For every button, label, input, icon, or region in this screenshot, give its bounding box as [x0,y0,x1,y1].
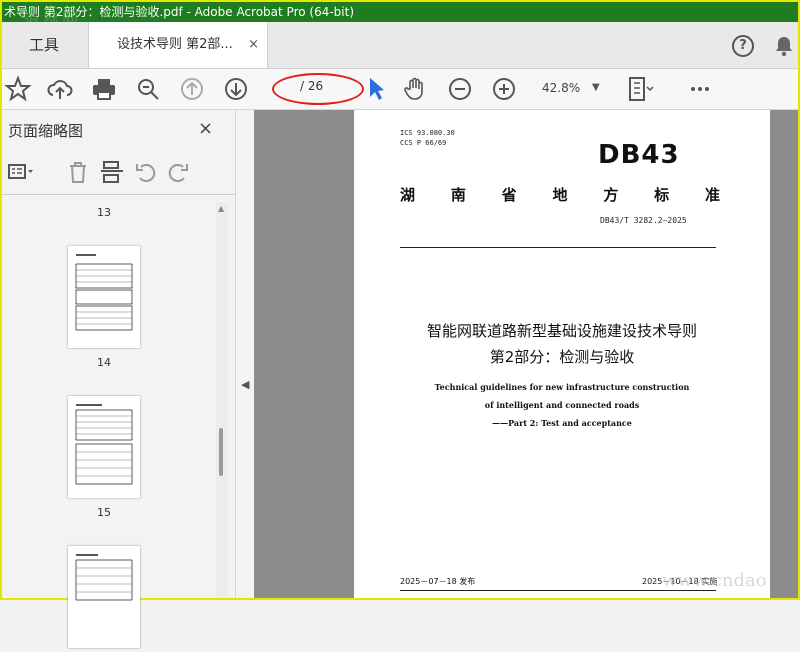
title-bar: 术导则 第2部分：检测与验收.pdf - Adobe Acrobat Pro (… [2,2,798,22]
document-viewer[interactable]: ICS 93.080.30 CCS P 66/69 DB43 湖 南 省 地 方… [254,110,798,598]
page-thumbnail[interactable] [68,396,140,498]
insert-page-icon[interactable] [98,158,126,186]
cloud-upload-icon[interactable] [46,75,74,103]
annotation-ellipse [272,73,364,105]
main-toolbar: / 26 42.8% ▼ [2,69,798,110]
select-cursor-icon[interactable] [362,75,390,103]
zoom-search-icon[interactable] [134,75,162,103]
chevron-down-icon: ▼ [592,82,600,93]
star-icon[interactable] [4,75,32,103]
title-en-line1: Technical guidelines for new infrastruct… [434,382,690,392]
tab-document-label: 设技术导则 第2部... [117,37,233,52]
thumbnail-page-number: 13 [97,206,111,219]
page-thumbnail[interactable] [68,546,140,648]
trash-icon[interactable] [64,158,92,186]
scrollbar-thumb[interactable] [219,428,223,476]
title-cn-line2: 第2部分：检测与验收 [489,348,635,366]
ics-code: ICS 93.080.30 CCS P 66/69 [400,129,455,147]
divider [400,247,716,248]
more-options-icon[interactable] [686,75,714,103]
page-layout-icon[interactable] [626,75,654,103]
standard-code: DB43 [598,140,680,170]
tab-document[interactable]: 设技术导则 第2部... × [88,22,268,68]
zoom-dropdown[interactable]: 42.8% ▼ [534,77,606,99]
zoom-out-icon[interactable] [446,75,474,103]
tab-tools[interactable]: 工具 [2,22,86,68]
panel-title: 页面缩略图 [8,122,84,140]
title-cn-line1: 智能网联道路新型基础设施建设技术导则 [426,322,697,340]
prev-page-icon[interactable] [178,75,206,103]
rotate-right-icon[interactable] [164,158,192,186]
options-menu-icon[interactable] [6,158,34,186]
title-en-line3: ——Part 2: Test and acceptance [492,418,632,428]
standard-type: 湖 南 省 地 方 标 准 [400,186,720,204]
thumbnail-page-number: 15 [97,506,111,519]
panel-toolbar [2,150,235,195]
pdf-page: ICS 93.080.30 CCS P 66/69 DB43 湖 南 省 地 方… [354,110,770,598]
watermark-bottom-right: www.cndao [662,570,767,591]
tab-close-button[interactable]: × [248,22,259,68]
help-icon[interactable]: ? [732,35,754,57]
tab-row: 工具 设技术导则 第2部... × ? [2,22,798,69]
panel-close-button[interactable]: × [198,118,213,139]
zoom-value: 42.8% [542,81,581,95]
page-thumbnail[interactable] [68,246,140,348]
chevron-left-icon: ◀ [241,378,250,391]
thumbnail-scrollbar[interactable]: ▲ [216,202,228,598]
scroll-up-icon[interactable]: ▲ [218,204,224,213]
next-page-icon[interactable] [222,75,250,103]
thumbnails-panel: 页面缩略图 × 13 14 15 ▲ [2,110,236,648]
print-icon[interactable] [90,75,118,103]
issue-date: 2025－07－18 发布 [400,577,476,586]
hand-tool-icon[interactable] [402,75,430,103]
bell-icon[interactable] [774,35,794,57]
thumbnail-page-number: 14 [97,356,111,369]
zoom-in-icon[interactable] [490,75,518,103]
title-en-line2: of intelligent and connected roads [484,400,640,410]
rotate-left-icon[interactable] [132,158,160,186]
panel-collapse-handle[interactable]: ◀ [236,110,254,598]
standard-number: DB43/T 3282.2—2025 [600,216,687,225]
